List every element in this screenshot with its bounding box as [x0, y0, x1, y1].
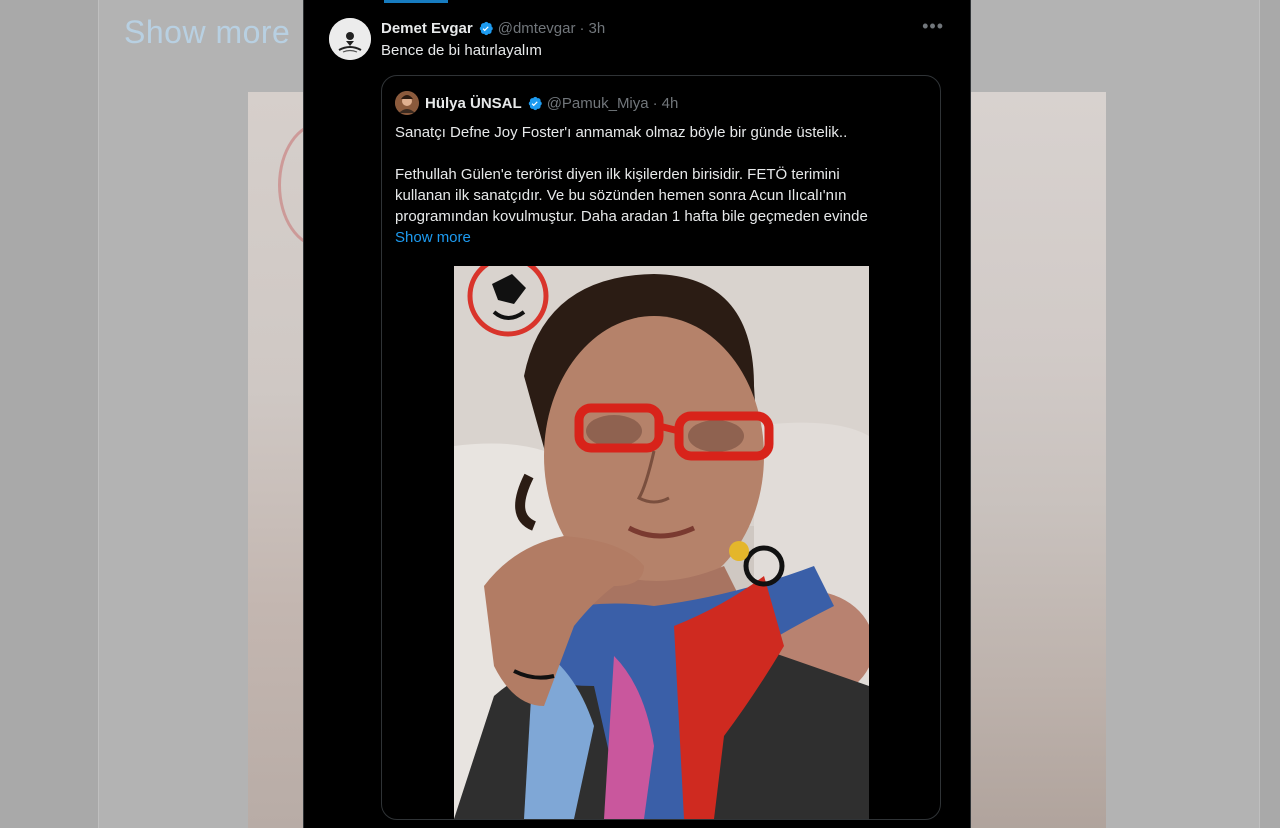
quote-text: Sanatçı Defne Joy Foster'ı anmamak olmaz…	[395, 122, 925, 248]
verified-badge-icon	[528, 96, 542, 110]
quoted-tweet[interactable]: Hülya ÜNSAL @Pamuk_Miya · 4h Sanatçı Def…	[381, 75, 941, 820]
verified-badge-icon	[479, 21, 493, 35]
tweet-text: Bence de bi hatırlayalım	[381, 42, 542, 59]
quote-text-line: Fethullah Gülen'e terörist diyen ilk kiş…	[395, 166, 840, 183]
quote-avatar[interactable]	[395, 91, 419, 115]
tweet-header: Demet Evgar @dmtevgar · 3h	[381, 18, 605, 38]
author-handle[interactable]: @dmtevgar	[498, 20, 576, 37]
quote-avatar-photo-icon	[395, 91, 419, 115]
quote-author-name[interactable]: Hülya ÜNSAL	[425, 95, 522, 112]
separator: ·	[579, 19, 585, 37]
portrait-photo	[454, 266, 869, 819]
background-photo-right	[968, 92, 1106, 828]
quote-text-line: Sanatçı Defne Joy Foster'ı anmamak olmaz…	[395, 124, 848, 141]
more-options-icon[interactable]: •••	[922, 16, 944, 37]
background-show-more: Show more	[124, 14, 291, 50]
author-name[interactable]: Demet Evgar	[381, 20, 473, 37]
tab-indicator	[384, 0, 448, 3]
quote-timestamp[interactable]: 4h	[662, 95, 679, 112]
tweet-card[interactable]: Demet Evgar @dmtevgar · 3h ••• Bence de …	[303, 0, 971, 828]
show-more-link[interactable]: Show more	[395, 227, 471, 248]
quote-author-handle[interactable]: @Pamuk_Miya	[547, 95, 649, 112]
quote-text-line: programından kovulmuştur. Daha aradan 1 …	[395, 208, 868, 225]
avatar-drawing-icon	[329, 18, 371, 60]
separator: ·	[652, 94, 658, 112]
timestamp[interactable]: 3h	[588, 20, 605, 37]
quote-text-line: kullanan ilk sanatçıdır. Ve bu sözünden …	[395, 187, 847, 204]
quote-photo[interactable]	[454, 266, 869, 819]
avatar[interactable]	[329, 18, 371, 60]
quote-header: Hülya ÜNSAL @Pamuk_Miya · 4h	[425, 92, 678, 114]
background-photo-left	[248, 92, 364, 828]
